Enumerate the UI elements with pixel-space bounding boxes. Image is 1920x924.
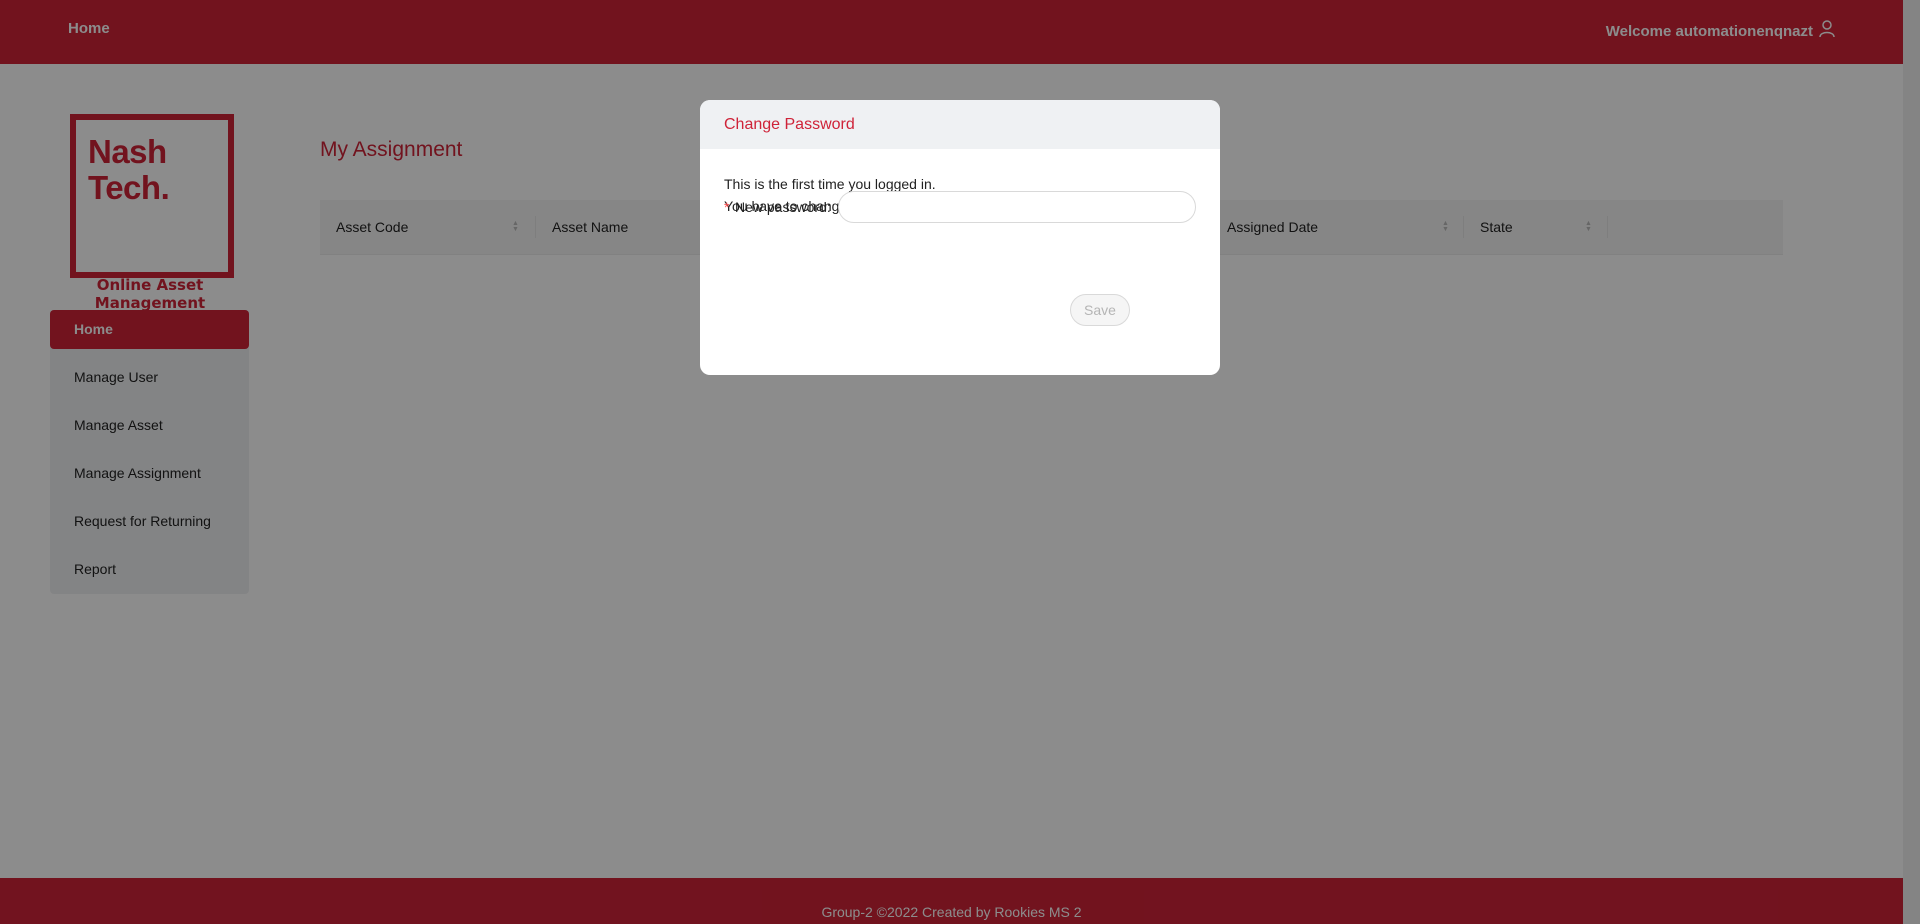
required-mark: * bbox=[724, 199, 730, 215]
new-password-label: New password: bbox=[735, 199, 831, 215]
save-button[interactable]: Save bbox=[1070, 294, 1130, 326]
new-password-field: * New password: bbox=[724, 191, 1196, 225]
change-password-modal: Change Password This is the first time y… bbox=[700, 100, 1220, 375]
new-password-input[interactable] bbox=[838, 191, 1196, 223]
modal-title: Change Password bbox=[700, 100, 1220, 149]
